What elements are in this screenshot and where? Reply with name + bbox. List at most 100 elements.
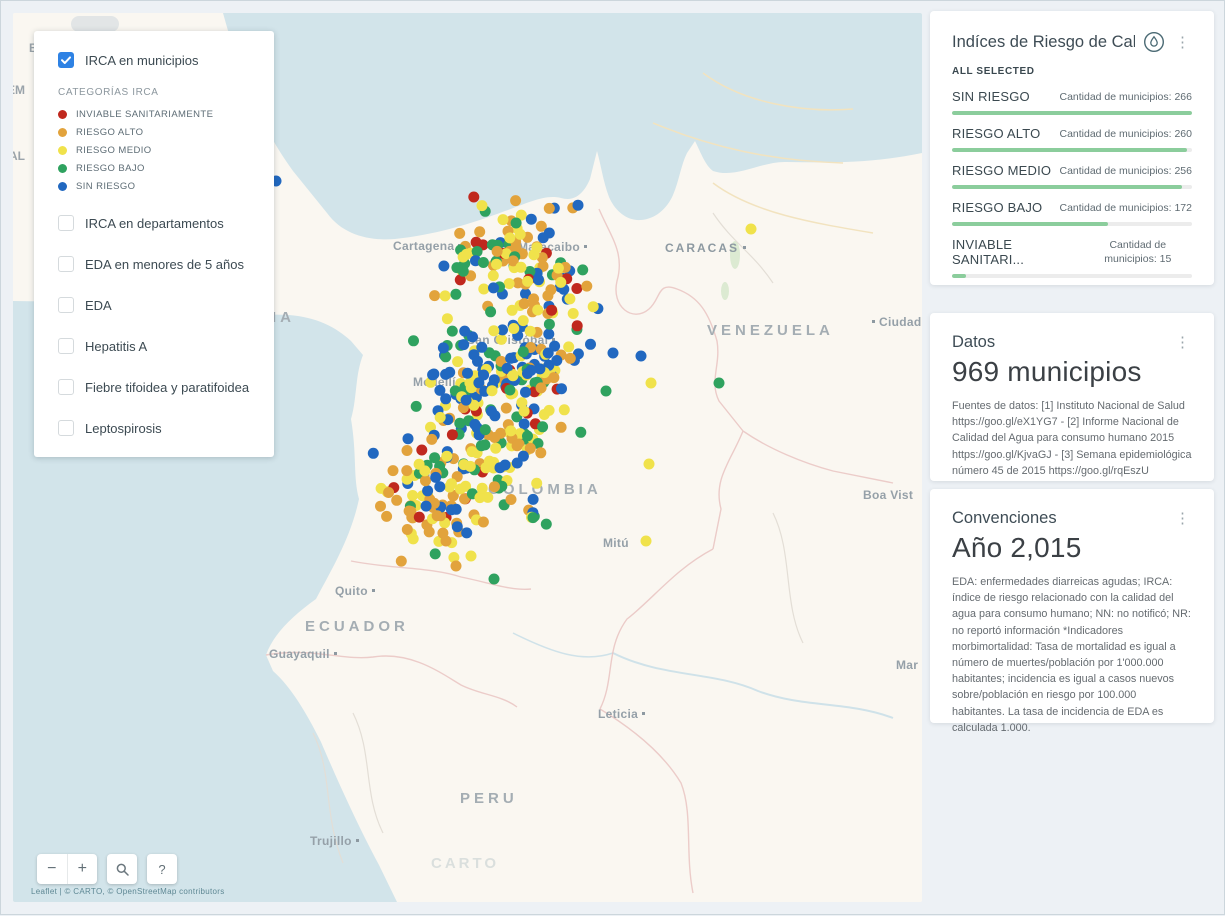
municipality-dot[interactable] [454, 418, 465, 429]
checkbox-unchecked[interactable] [58, 215, 74, 231]
municipality-dot[interactable] [505, 425, 516, 436]
municipality-dot[interactable] [585, 339, 596, 350]
municipality-dot[interactable] [526, 214, 537, 225]
municipality-dot[interactable] [430, 472, 441, 483]
municipality-dot[interactable] [446, 504, 457, 515]
municipality-dot[interactable] [465, 461, 476, 472]
municipality-dot[interactable] [489, 481, 500, 492]
municipality-dot[interactable] [440, 393, 451, 404]
municipality-dot[interactable] [507, 370, 518, 381]
municipality-dot[interactable] [571, 283, 582, 294]
risk-category-row[interactable]: INVIABLE SANITARI...Cantidad de municipi… [952, 237, 1192, 278]
municipality-dot[interactable] [401, 465, 412, 476]
municipality-dot[interactable] [440, 290, 451, 301]
municipality-dot[interactable] [478, 257, 489, 268]
municipality-dot[interactable] [454, 228, 465, 239]
municipality-dot[interactable] [440, 369, 451, 380]
municipality-dot[interactable] [538, 232, 549, 243]
municipality-dot[interactable] [519, 406, 530, 417]
municipality-dot[interactable] [473, 377, 484, 388]
kebab-menu-icon[interactable]: ⋮ [1173, 33, 1192, 52]
checkbox-unchecked[interactable] [58, 420, 74, 436]
municipality-dot[interactable] [462, 368, 473, 379]
municipality-dot[interactable] [403, 433, 414, 444]
kebab-menu-icon[interactable]: ⋮ [1173, 333, 1192, 352]
layer-checkbox-row[interactable]: Hepatitis A [58, 338, 250, 354]
municipality-dot[interactable] [446, 478, 457, 489]
municipality-dot[interactable] [468, 192, 479, 203]
map-canvas[interactable]: BEMALCartagenaMaracaiboCARACASVENEZUELAC… [13, 13, 922, 902]
municipality-dot[interactable] [438, 261, 449, 272]
municipality-dot[interactable] [577, 264, 588, 275]
municipality-dot[interactable] [396, 556, 407, 567]
checkbox-unchecked[interactable] [58, 256, 74, 272]
municipality-dot[interactable] [535, 447, 546, 458]
municipality-dot[interactable] [488, 325, 499, 336]
municipality-dot[interactable] [458, 339, 469, 350]
municipality-dot[interactable] [476, 342, 487, 353]
municipality-dot[interactable] [508, 323, 519, 334]
municipality-dot[interactable] [461, 395, 472, 406]
municipality-dot[interactable] [564, 293, 575, 304]
municipality-dot[interactable] [452, 356, 463, 367]
municipality-dot[interactable] [568, 308, 579, 319]
municipality-dot[interactable] [553, 263, 564, 274]
municipality-dot[interactable] [572, 320, 583, 331]
municipality-dot[interactable] [447, 429, 458, 440]
municipality-dot[interactable] [480, 424, 491, 435]
search-button[interactable] [107, 854, 137, 884]
municipality-dot[interactable] [488, 270, 499, 281]
municipality-dot[interactable] [489, 574, 500, 585]
municipality-dot[interactable] [495, 428, 506, 439]
municipality-dot[interactable] [441, 536, 452, 547]
municipality-dot[interactable] [442, 313, 453, 324]
municipality-dot[interactable] [531, 478, 542, 489]
layer-selector-button[interactable] [1143, 31, 1165, 53]
checkbox-unchecked[interactable] [58, 379, 74, 395]
checkbox-unchecked[interactable] [58, 297, 74, 313]
municipality-dot[interactable] [495, 462, 506, 473]
municipality-dot[interactable] [489, 374, 500, 385]
municipality-dot[interactable] [646, 378, 657, 389]
municipality-dot[interactable] [408, 533, 419, 544]
checkbox-unchecked[interactable] [58, 338, 74, 354]
municipality-dot[interactable] [411, 401, 422, 412]
municipality-dot[interactable] [424, 526, 435, 537]
municipality-dot[interactable] [478, 517, 489, 528]
zoom-in-button[interactable]: + [68, 854, 98, 884]
municipality-dot[interactable] [450, 289, 461, 300]
municipality-dot[interactable] [492, 246, 503, 257]
municipality-dot[interactable] [520, 387, 531, 398]
kebab-menu-icon[interactable]: ⋮ [1173, 509, 1192, 528]
municipality-dot[interactable] [429, 290, 440, 301]
municipality-dot[interactable] [498, 214, 509, 225]
municipality-dot[interactable] [447, 326, 458, 337]
municipality-dot[interactable] [556, 422, 567, 433]
municipality-dot[interactable] [575, 427, 586, 438]
risk-category-row[interactable]: RIESGO MEDIOCantidad de municipios: 256 [952, 163, 1192, 189]
municipality-dot[interactable] [407, 490, 418, 501]
layer-checkbox-row[interactable]: Fiebre tifoidea y paratifoidea [58, 379, 250, 395]
municipality-dot[interactable] [541, 519, 552, 530]
municipality-dot[interactable] [542, 290, 553, 301]
municipality-dot[interactable] [528, 512, 539, 523]
municipality-dot[interactable] [426, 434, 437, 445]
municipality-dot[interactable] [525, 326, 536, 337]
municipality-dot[interactable] [432, 510, 443, 521]
layer-checkbox-row[interactable]: EDA [58, 297, 250, 313]
municipality-dot[interactable] [533, 274, 544, 285]
municipality-dot[interactable] [466, 551, 477, 562]
municipality-dot[interactable] [441, 451, 452, 462]
municipality-dot[interactable] [414, 512, 425, 523]
municipality-dot[interactable] [515, 229, 526, 240]
municipality-dot[interactable] [484, 456, 495, 467]
municipality-dot[interactable] [504, 232, 515, 243]
municipality-dot[interactable] [487, 385, 498, 396]
municipality-dot[interactable] [522, 276, 533, 287]
municipality-dot[interactable] [528, 494, 539, 505]
municipality-dot[interactable] [428, 369, 439, 380]
municipality-dot[interactable] [601, 386, 612, 397]
municipality-dot[interactable] [375, 501, 386, 512]
municipality-dot[interactable] [506, 494, 517, 505]
municipality-dot[interactable] [477, 200, 488, 211]
